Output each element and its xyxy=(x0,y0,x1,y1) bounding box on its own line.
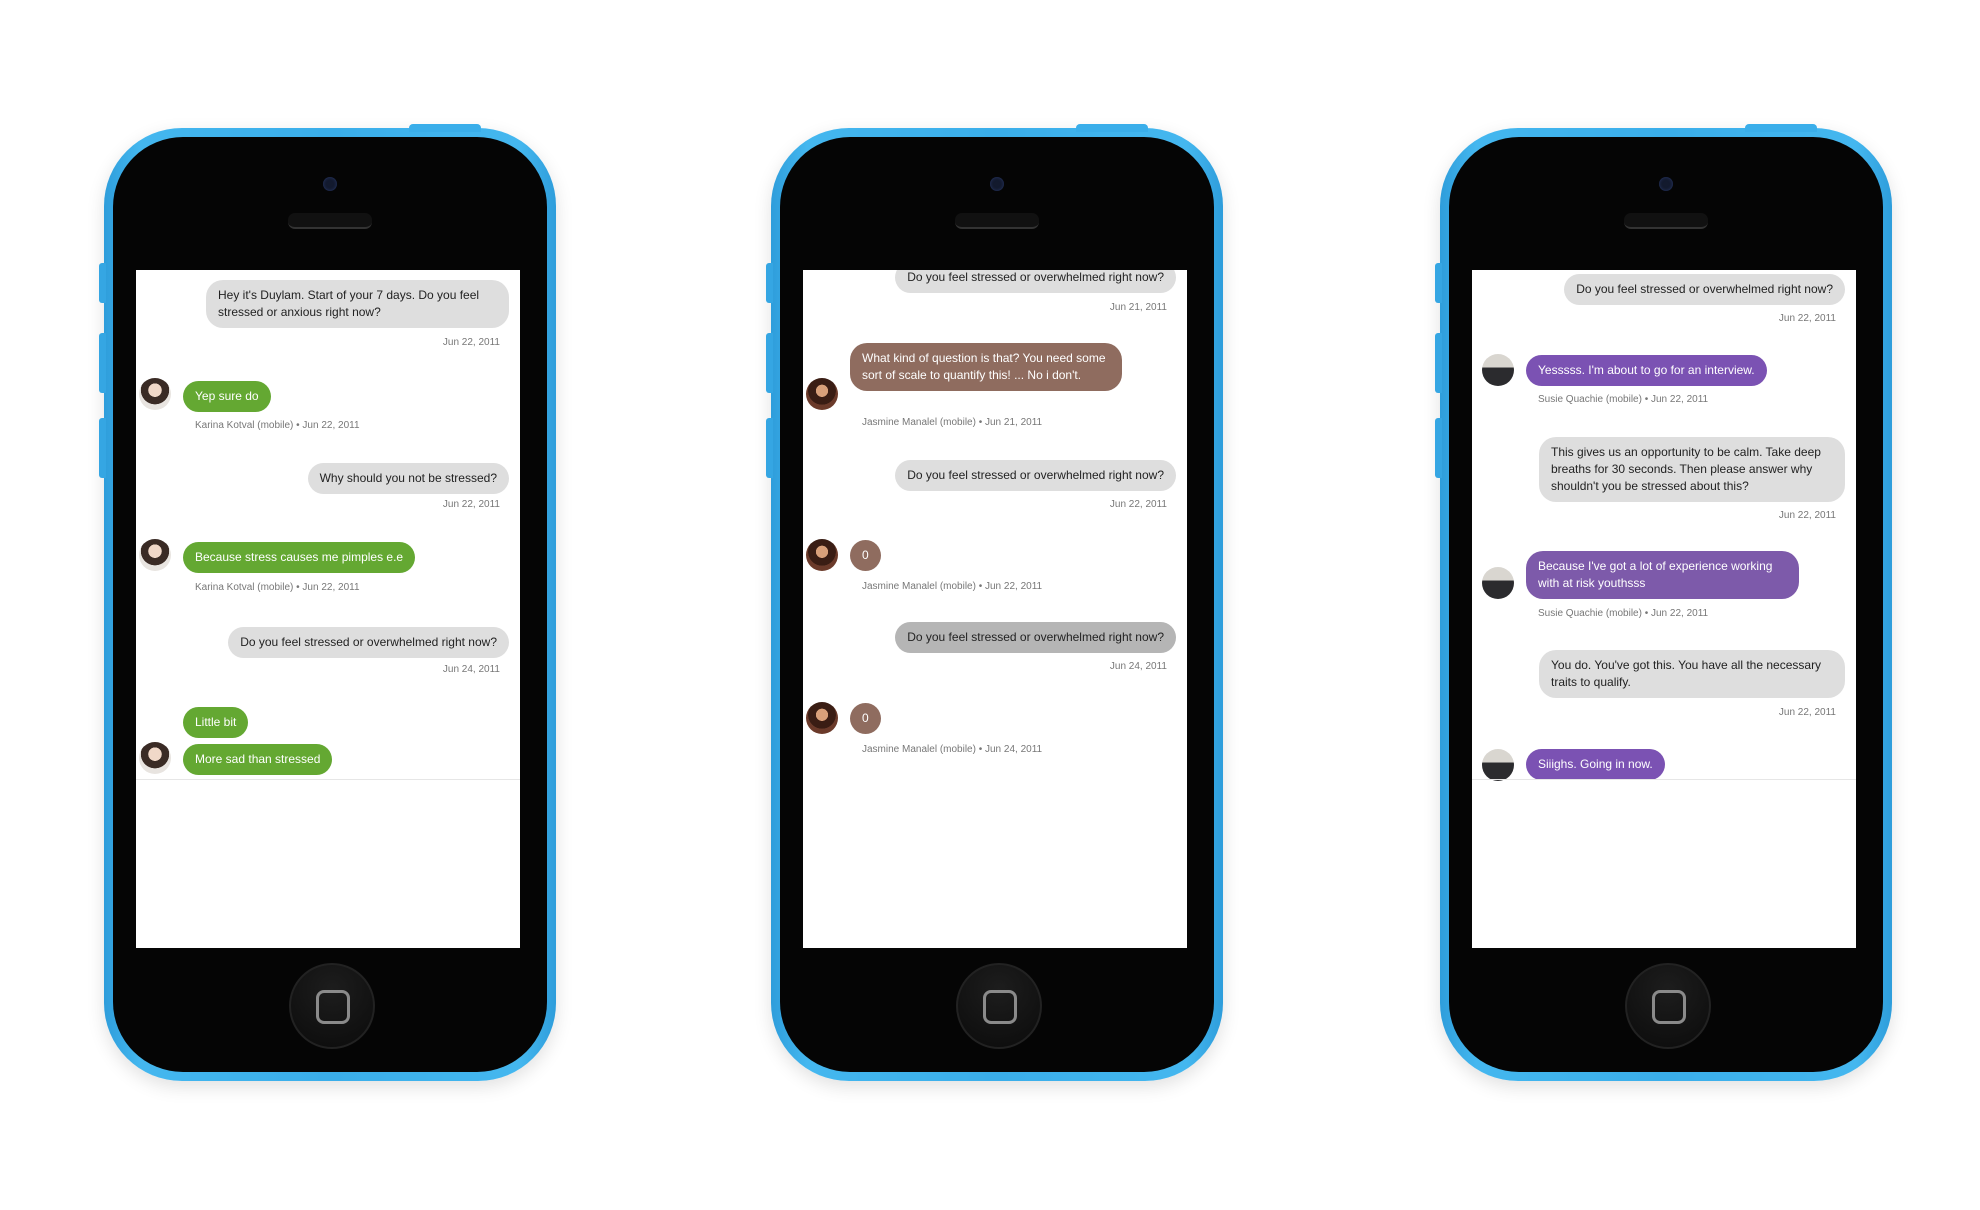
volume-up-button xyxy=(766,333,773,393)
incoming-message-bubble[interactable]: More sad than stressed xyxy=(183,744,333,775)
incoming-message-bubble[interactable]: 0 xyxy=(850,703,881,734)
speaker-grille xyxy=(955,213,1039,229)
incoming-message-bubble[interactable]: Little bit xyxy=(183,707,249,738)
incoming-message-bubble[interactable]: 0 xyxy=(850,540,881,571)
incoming-message-bubble[interactable]: Siiighs. Going in now. xyxy=(1526,749,1665,780)
contact-avatar[interactable] xyxy=(139,378,171,410)
contact-avatar[interactable] xyxy=(139,742,171,774)
message-sender-meta: Susie Quachie (mobile) • Jun 22, 2011 xyxy=(1538,608,1709,619)
message-timestamp: Jun 22, 2011 xyxy=(1778,510,1836,521)
message-sender-meta: Jasmine Manalel (mobile) • Jun 24, 2011 xyxy=(862,744,1043,755)
message-sender-meta: Susie Quachie (mobile) • Jun 22, 2011 xyxy=(1538,394,1709,405)
incoming-message-bubble[interactable]: Because stress causes me pimples e.e xyxy=(183,542,416,573)
message-sender-meta: Jasmine Manalel (mobile) • Jun 21, 2011 xyxy=(862,417,1043,428)
camera-icon xyxy=(1659,177,1673,191)
home-square-icon xyxy=(1652,990,1686,1024)
contact-avatar[interactable] xyxy=(1482,567,1514,599)
contact-avatar[interactable] xyxy=(806,702,838,734)
home-button[interactable] xyxy=(956,963,1042,1049)
phone-3: Do you feel stressed or overwhelmed righ… xyxy=(1435,124,1892,1081)
contact-avatar[interactable] xyxy=(1482,354,1514,386)
message-sender-meta: Jasmine Manalel (mobile) • Jun 22, 2011 xyxy=(862,581,1043,592)
volume-down-button xyxy=(766,418,773,478)
chat-screen[interactable]: Hey it's Duylam. Start of your 7 days. D… xyxy=(136,270,520,948)
phone-face: Do you feel stressed or overwhelmed righ… xyxy=(1449,137,1883,1072)
contact-avatar[interactable] xyxy=(806,539,838,571)
home-square-icon xyxy=(316,990,350,1024)
message-timestamp: Jun 21, 2011 xyxy=(1109,302,1167,313)
camera-icon xyxy=(990,177,1004,191)
outgoing-message-bubble[interactable]: Do you feel stressed or overwhelmed righ… xyxy=(228,627,509,658)
message-timestamp: Jun 22, 2011 xyxy=(1778,313,1836,324)
chat-divider xyxy=(136,779,520,780)
contact-avatar[interactable] xyxy=(139,539,171,571)
outgoing-message-bubble[interactable]: Do you feel stressed or overwhelmed righ… xyxy=(895,460,1176,491)
camera-icon xyxy=(323,177,337,191)
incoming-message-bubble[interactable]: What kind of question is that? You need … xyxy=(850,343,1122,391)
outgoing-message-bubble[interactable]: Hey it's Duylam. Start of your 7 days. D… xyxy=(206,280,509,328)
phone-face: Hey it's Duylam. Start of your 7 days. D… xyxy=(113,137,547,1072)
message-timestamp: Jun 24, 2011 xyxy=(1109,661,1167,672)
home-square-icon xyxy=(983,990,1017,1024)
outgoing-message-bubble[interactable]: You do. You've got this. You have all th… xyxy=(1539,650,1845,698)
volume-up-button xyxy=(1435,333,1442,393)
outgoing-message-bubble[interactable]: Do you feel stressed or overwhelmed righ… xyxy=(895,622,1176,653)
message-timestamp: Jun 22, 2011 xyxy=(1109,499,1167,510)
power-button xyxy=(1745,124,1817,132)
phone-2: Do you feel stressed or overwhelmed righ… xyxy=(766,124,1223,1081)
message-timestamp: Jun 22, 2011 xyxy=(442,499,500,510)
outgoing-message-bubble[interactable]: Why should you not be stressed? xyxy=(307,463,509,494)
incoming-message-bubble[interactable]: Yesssss. I'm about to go for an intervie… xyxy=(1526,355,1767,386)
phone-face: Do you feel stressed or overwhelmed righ… xyxy=(780,137,1214,1072)
chat-divider xyxy=(1472,779,1856,780)
power-button xyxy=(409,124,481,132)
contact-avatar[interactable] xyxy=(806,378,838,410)
home-button[interactable] xyxy=(289,963,375,1049)
message-timestamp: Jun 22, 2011 xyxy=(442,337,500,348)
incoming-message-bubble[interactable]: Yep sure do xyxy=(183,381,271,412)
message-timestamp: Jun 22, 2011 xyxy=(1778,707,1836,718)
outgoing-message-bubble[interactable]: Do you feel stressed or overwhelmed righ… xyxy=(895,270,1176,293)
volume-down-button xyxy=(1435,418,1442,478)
mute-switch xyxy=(1435,263,1442,303)
chat-screen[interactable]: Do you feel stressed or overwhelmed righ… xyxy=(803,270,1187,948)
contact-avatar[interactable] xyxy=(1482,749,1514,781)
outgoing-message-bubble[interactable]: This gives us an opportunity to be calm.… xyxy=(1539,437,1845,502)
mute-switch xyxy=(99,263,106,303)
volume-up-button xyxy=(99,333,106,393)
phone-1: Hey it's Duylam. Start of your 7 days. D… xyxy=(99,124,556,1081)
message-timestamp: Jun 24, 2011 xyxy=(442,664,500,675)
outgoing-message-bubble[interactable]: Do you feel stressed or overwhelmed righ… xyxy=(1564,274,1845,305)
home-button[interactable] xyxy=(1625,963,1711,1049)
speaker-grille xyxy=(1624,213,1708,229)
incoming-message-bubble[interactable]: Because I've got a lot of experience wor… xyxy=(1526,551,1799,599)
speaker-grille xyxy=(288,213,372,229)
power-button xyxy=(1076,124,1148,132)
message-sender-meta: Karina Kotval (mobile) • Jun 22, 2011 xyxy=(195,582,360,593)
message-sender-meta: Karina Kotval (mobile) • Jun 22, 2011 xyxy=(195,420,360,431)
chat-screen[interactable]: Do you feel stressed or overwhelmed righ… xyxy=(1472,270,1856,948)
volume-down-button xyxy=(99,418,106,478)
mute-switch xyxy=(766,263,773,303)
